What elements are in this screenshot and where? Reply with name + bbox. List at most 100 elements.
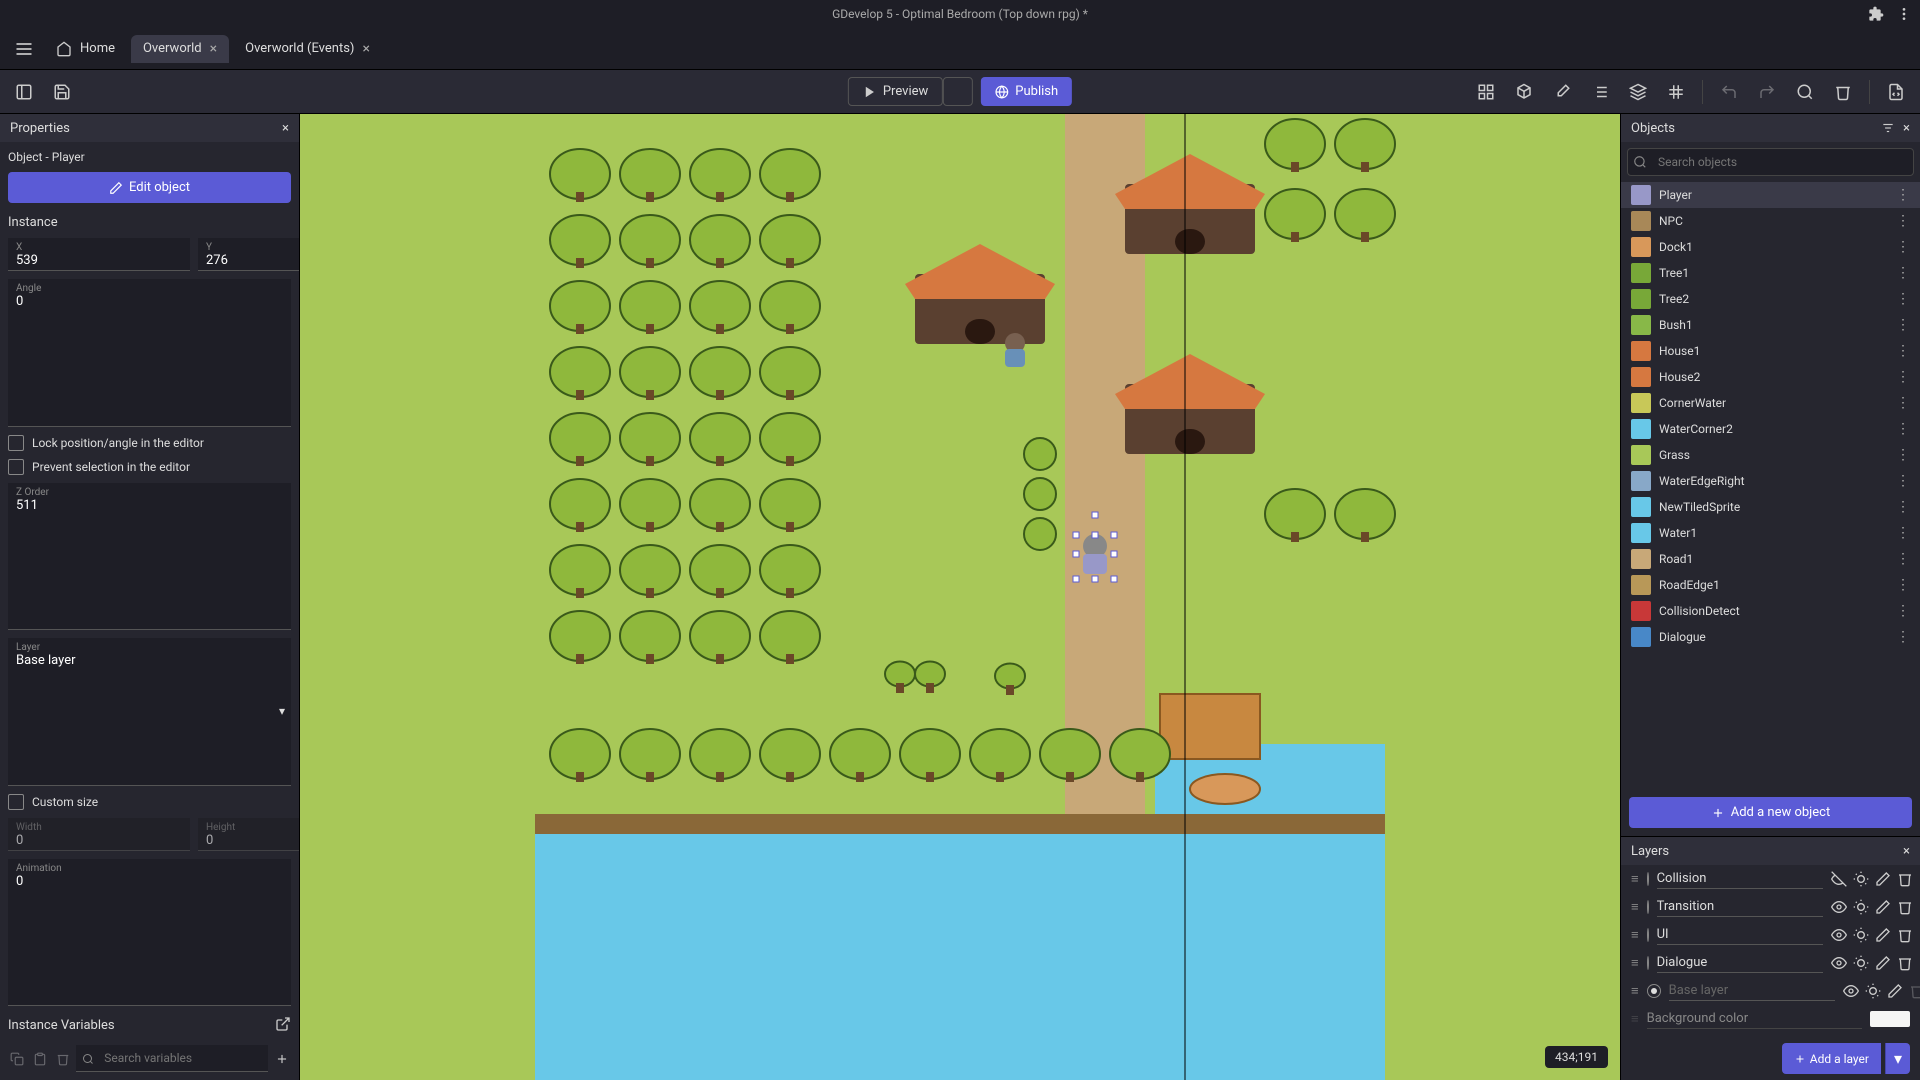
object-item-house1[interactable]: House1 ⋮ [1621, 338, 1920, 364]
menu-icon[interactable] [8, 33, 40, 65]
undo-icon[interactable] [1713, 76, 1745, 108]
object-item-npc[interactable]: NPC ⋮ [1621, 208, 1920, 234]
layer-name-input[interactable] [1657, 897, 1823, 917]
effects-icon[interactable] [1853, 955, 1869, 971]
open-external-icon[interactable] [275, 1016, 291, 1032]
x-input[interactable] [16, 253, 182, 268]
object-item-cornerwater[interactable]: CornerWater ⋮ [1621, 390, 1920, 416]
close-icon[interactable]: × [1903, 121, 1910, 136]
delete-layer-icon[interactable] [1897, 899, 1913, 915]
drag-handle-icon[interactable]: ≡ [1631, 983, 1639, 999]
animation-field[interactable]: Animation [8, 859, 291, 1007]
object-menu-icon[interactable]: ⋮ [1896, 473, 1910, 489]
more-icon[interactable] [1896, 6, 1912, 22]
effects-icon[interactable] [1865, 983, 1881, 999]
publish-button[interactable]: Publish [981, 77, 1072, 106]
object-menu-icon[interactable]: ⋮ [1896, 499, 1910, 515]
y-field[interactable]: Y [198, 238, 299, 271]
object-menu-icon[interactable]: ⋮ [1896, 187, 1910, 203]
delete-layer-icon[interactable] [1897, 871, 1913, 887]
edit-layer-icon[interactable] [1875, 927, 1891, 943]
object-item-collisiondetect[interactable]: CollisionDetect ⋮ [1621, 598, 1920, 624]
width-field[interactable]: Width [8, 818, 190, 851]
drag-handle-icon[interactable]: ≡ [1631, 899, 1639, 915]
delete-icon[interactable] [1827, 76, 1859, 108]
layer-radio[interactable] [1647, 984, 1661, 998]
objects-search-input[interactable] [1627, 148, 1914, 176]
copy-icon[interactable] [8, 1047, 27, 1071]
object-menu-icon[interactable]: ⋮ [1896, 369, 1910, 385]
zorder-input[interactable] [16, 498, 283, 513]
properties-icon[interactable] [1546, 76, 1578, 108]
object-item-wateredgeright[interactable]: WaterEdgeRight ⋮ [1621, 468, 1920, 494]
preview-button[interactable]: Preview [848, 77, 943, 106]
object-menu-icon[interactable]: ⋮ [1896, 447, 1910, 463]
lock-checkbox-row[interactable]: Lock position/angle in the editor [8, 435, 291, 451]
add-object-button[interactable]: Add a new object [1629, 797, 1912, 828]
layer-name-input[interactable] [1657, 953, 1823, 973]
y-input[interactable] [206, 253, 299, 268]
lock-checkbox[interactable] [8, 435, 24, 451]
tab-overworld[interactable]: Overworld × [131, 35, 229, 63]
object-item-bush1[interactable]: Bush1 ⋮ [1621, 312, 1920, 338]
effects-icon[interactable] [1853, 899, 1869, 915]
groups-icon[interactable] [1508, 76, 1540, 108]
object-item-player[interactable]: Player ⋮ [1621, 182, 1920, 208]
object-item-grass[interactable]: Grass ⋮ [1621, 442, 1920, 468]
object-menu-icon[interactable]: ⋮ [1896, 239, 1910, 255]
close-icon[interactable]: × [1903, 844, 1910, 859]
drag-handle-icon[interactable]: ≡ [1631, 927, 1639, 943]
close-icon[interactable]: × [362, 41, 369, 57]
close-icon[interactable]: × [282, 121, 289, 136]
visibility-icon[interactable] [1831, 955, 1847, 971]
zorder-field[interactable]: Z Order [8, 483, 291, 631]
object-menu-icon[interactable]: ⋮ [1896, 551, 1910, 567]
object-menu-icon[interactable]: ⋮ [1896, 421, 1910, 437]
edit-layer-icon[interactable] [1887, 983, 1903, 999]
grid-icon[interactable] [1660, 76, 1692, 108]
delete-layer-icon[interactable] [1897, 955, 1913, 971]
object-menu-icon[interactable]: ⋮ [1896, 525, 1910, 541]
object-menu-icon[interactable]: ⋮ [1896, 265, 1910, 281]
animation-input[interactable] [16, 874, 283, 889]
scene-canvas[interactable]: 434;191 [300, 114, 1620, 1080]
add-layer-dropdown[interactable]: ▾ [1885, 1043, 1910, 1074]
visibility-icon[interactable] [1843, 983, 1859, 999]
edit-layer-icon[interactable] [1875, 955, 1891, 971]
object-item-tree1[interactable]: Tree1 ⋮ [1621, 260, 1920, 286]
object-item-newtiledsprite[interactable]: NewTiledSprite ⋮ [1621, 494, 1920, 520]
x-field[interactable]: X [8, 238, 190, 271]
extension-icon[interactable] [1868, 6, 1884, 22]
object-menu-icon[interactable]: ⋮ [1896, 603, 1910, 619]
layer-name-input[interactable] [1669, 981, 1835, 1001]
preview-dropdown[interactable] [943, 77, 973, 106]
angle-input[interactable] [16, 294, 283, 309]
angle-field[interactable]: Angle [8, 279, 291, 427]
paste-icon[interactable] [31, 1047, 50, 1071]
events-icon[interactable] [1880, 76, 1912, 108]
custom-size-checkbox-row[interactable]: Custom size [8, 794, 291, 810]
tab-home[interactable]: Home [44, 35, 127, 63]
object-item-dialogue[interactable]: Dialogue ⋮ [1621, 624, 1920, 650]
visibility-icon[interactable] [1831, 899, 1847, 915]
custom-size-checkbox[interactable] [8, 794, 24, 810]
height-field[interactable]: Height [198, 818, 299, 851]
tab-overworld-events[interactable]: Overworld (Events) × [233, 35, 382, 63]
object-menu-icon[interactable]: ⋮ [1896, 395, 1910, 411]
edit-layer-icon[interactable] [1875, 899, 1891, 915]
panel-toggle-left-icon[interactable] [8, 76, 40, 108]
edit-object-button[interactable]: Edit object [8, 172, 291, 203]
object-item-watercorner2[interactable]: WaterCorner2 ⋮ [1621, 416, 1920, 442]
object-item-road1[interactable]: Road1 ⋮ [1621, 546, 1920, 572]
layer-radio[interactable] [1647, 956, 1649, 970]
prevent-checkbox[interactable] [8, 459, 24, 475]
drag-handle-icon[interactable]: ≡ [1631, 871, 1639, 887]
drag-handle-icon[interactable]: ≡ [1631, 955, 1639, 971]
object-menu-icon[interactable]: ⋮ [1896, 291, 1910, 307]
add-var-icon[interactable] [272, 1047, 291, 1071]
var-search-input[interactable] [76, 1045, 268, 1072]
layers-icon[interactable] [1622, 76, 1654, 108]
zoom-icon[interactable] [1789, 76, 1821, 108]
delete-var-icon[interactable] [54, 1047, 73, 1071]
prevent-checkbox-row[interactable]: Prevent selection in the editor [8, 459, 291, 475]
